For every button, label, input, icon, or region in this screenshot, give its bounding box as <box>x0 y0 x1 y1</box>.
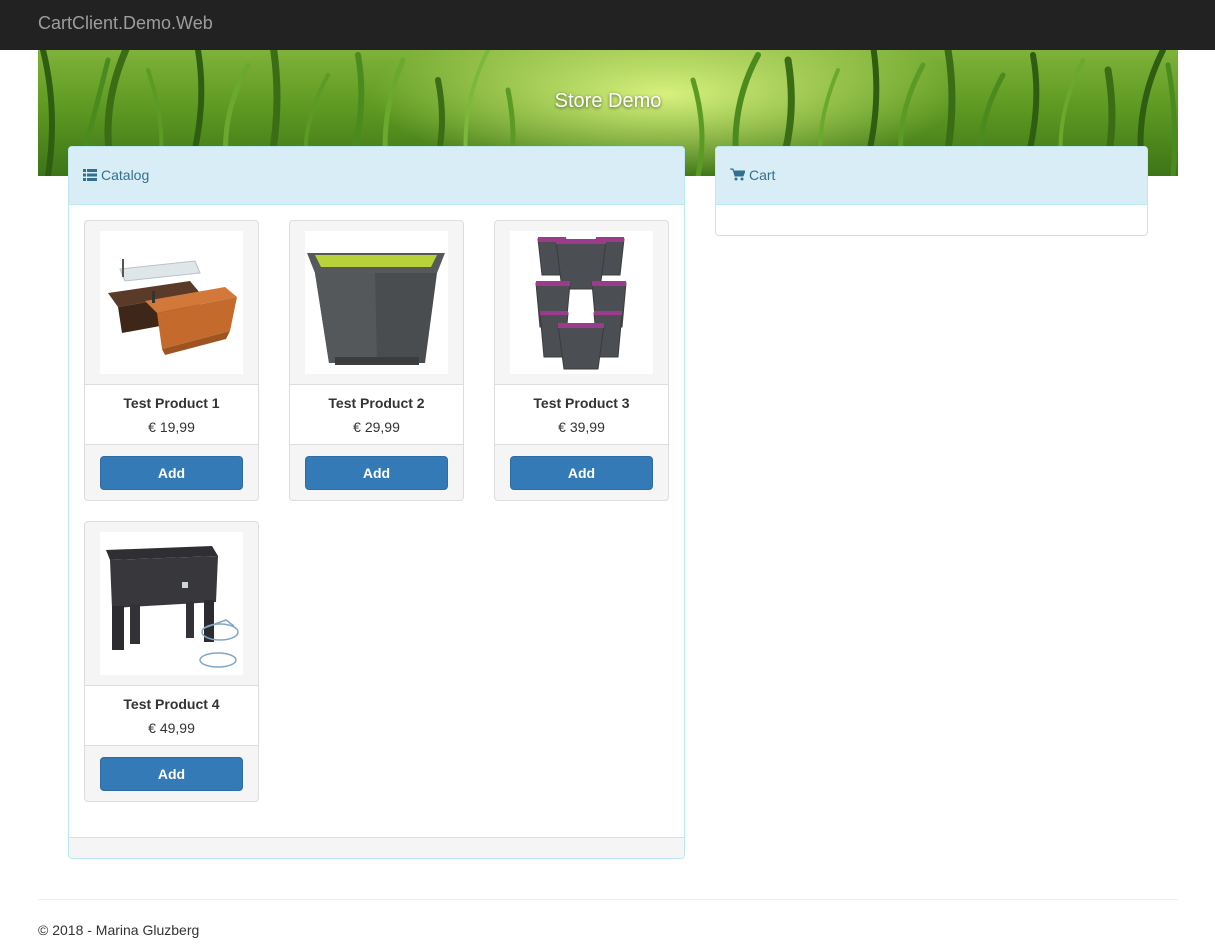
cart-title: Cart <box>749 167 776 183</box>
product-info: Test Product 1 € 19,99 <box>85 384 258 445</box>
product-info: Test Product 3 € 39,99 <box>495 384 668 445</box>
product-card: Test Product 2 € 29,99 Add <box>289 220 464 501</box>
catalog-footer <box>69 837 684 858</box>
add-button[interactable]: Add <box>100 757 243 791</box>
product-price: € 39,99 <box>558 419 605 435</box>
raised-planter-image <box>100 532 243 675</box>
product-name: Test Product 4 <box>123 696 220 712</box>
product-card: Test Product 1 € 19,99 Add <box>84 220 259 501</box>
navbar: CartClient.Demo.Web <box>0 0 1215 50</box>
product-card: Test Product 4 € 49,99 Add <box>84 521 259 802</box>
product-name: Test Product 2 <box>328 395 425 411</box>
product-name: Test Product 1 <box>123 395 220 411</box>
product-info: Test Product 2 € 29,99 <box>290 384 463 445</box>
product-info: Test Product 4 € 49,99 <box>85 685 258 746</box>
catalog-title: Catalog <box>101 167 150 183</box>
catalog-panel: Catalog Test Product 1 € 19,99 Add Test … <box>68 146 685 859</box>
product-price: € 49,99 <box>148 720 195 736</box>
add-button[interactable]: Add <box>510 456 653 490</box>
cart-panel: Cart <box>715 146 1148 236</box>
product-price: € 19,99 <box>148 419 195 435</box>
product-price: € 29,99 <box>353 419 400 435</box>
product-card: Test Product 3 € 39,99 Add <box>494 220 669 501</box>
product-name: Test Product 3 <box>533 395 630 411</box>
footer-copyright: © 2018 - Marina Gluzberg <box>38 922 200 938</box>
square-pot-image <box>305 231 448 374</box>
footer-divider <box>38 899 1178 900</box>
list-icon <box>83 168 97 184</box>
shopping-cart-icon <box>730 168 746 184</box>
planter-boxes-image <box>100 231 243 374</box>
catalog-heading: Catalog <box>69 147 684 205</box>
add-button[interactable]: Add <box>100 456 243 490</box>
cart-heading: Cart <box>716 147 1147 205</box>
add-button[interactable]: Add <box>305 456 448 490</box>
brand-link[interactable]: CartClient.Demo.Web <box>38 13 213 34</box>
stacking-pots-image <box>510 231 653 374</box>
hero-title: Store Demo <box>554 90 662 112</box>
